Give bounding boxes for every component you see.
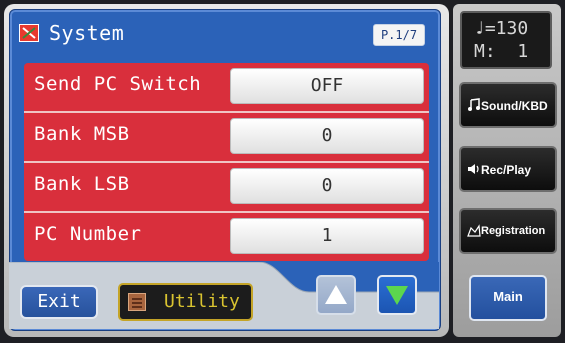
scroll-up-button[interactable]: [316, 275, 356, 315]
parameter-value-button[interactable]: OFF: [230, 68, 424, 104]
screen: System P.1/7 Send PC Switch OFF Bank MSB…: [0, 0, 565, 343]
registration-icon: [467, 224, 481, 237]
music-note-icon: [468, 98, 480, 111]
rec-play-button[interactable]: Rec/Play: [459, 146, 557, 192]
sound-kbd-label: Sound/KBD: [481, 99, 548, 113]
parameter-label: Bank LSB: [34, 173, 130, 195]
title-bar: System P.1/7: [9, 10, 439, 54]
parameter-value-button[interactable]: 1: [230, 218, 424, 254]
measure-readout: M: 1: [474, 41, 529, 62]
speaker-icon: [468, 164, 479, 174]
list-item[interactable]: Bank MSB 0: [24, 113, 429, 160]
exit-button[interactable]: Exit: [20, 285, 98, 319]
list-item[interactable]: PC Number 1: [24, 213, 429, 260]
parameter-label: PC Number: [34, 223, 142, 245]
list-item[interactable]: Send PC Switch OFF: [24, 63, 429, 110]
page-indicator: P.1/7: [373, 24, 425, 46]
parameter-label: Send PC Switch: [34, 73, 202, 95]
system-tools-icon: [19, 24, 39, 42]
page-title: System: [49, 21, 125, 45]
parameter-label: Bank MSB: [34, 123, 130, 145]
utility-label: Utility: [164, 291, 240, 312]
utility-button[interactable]: Utility: [118, 283, 253, 321]
parameter-value-button[interactable]: 0: [230, 118, 424, 154]
registration-button[interactable]: Registration: [459, 208, 557, 254]
tempo-display: ♩=130 M: 1: [460, 11, 552, 69]
parameter-value-button[interactable]: 0: [230, 168, 424, 204]
registration-label: Registration: [481, 225, 546, 237]
main-button[interactable]: Main: [469, 275, 547, 321]
parameter-list: Send PC Switch OFF Bank MSB 0 Bank LSB 0…: [24, 63, 429, 261]
triangle-down-icon: [386, 286, 408, 305]
scroll-down-button[interactable]: [377, 275, 417, 315]
sound-kbd-button[interactable]: Sound/KBD: [459, 82, 557, 128]
triangle-up-icon: [325, 285, 347, 304]
rec-play-label: Rec/Play: [481, 163, 532, 177]
tempo-readout: ♩=130: [474, 18, 529, 39]
utility-icon: [128, 293, 146, 311]
list-item[interactable]: Bank LSB 0: [24, 163, 429, 210]
